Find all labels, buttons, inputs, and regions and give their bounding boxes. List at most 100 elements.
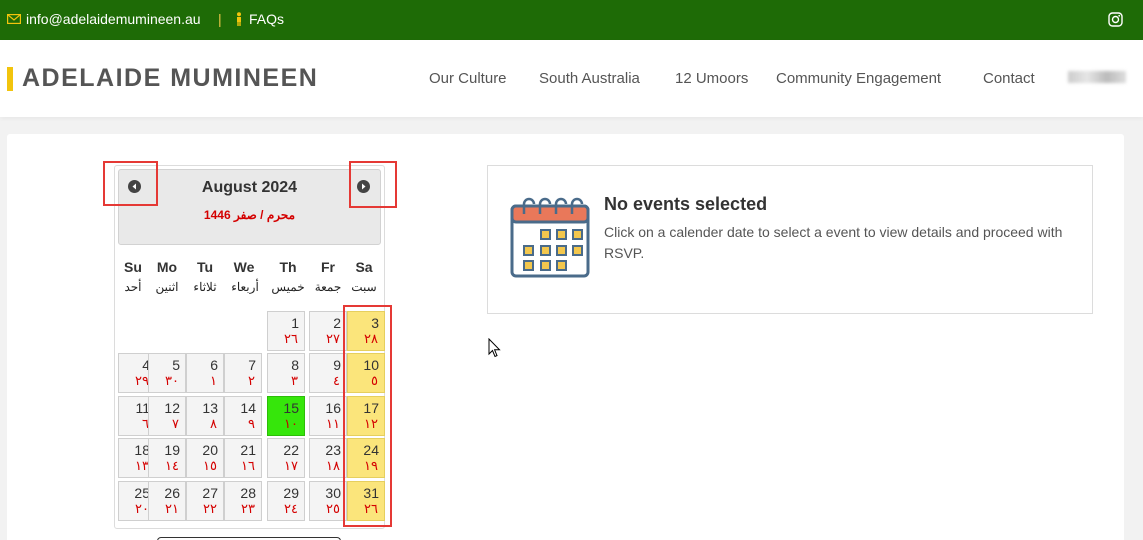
calendar-day-6[interactable]: 6١ xyxy=(186,353,224,393)
hijri-day-number: ١٨ xyxy=(326,459,340,474)
calendar-icon xyxy=(510,197,590,278)
day-number: 29 xyxy=(283,485,299,501)
faq-text: FAQs xyxy=(249,11,285,27)
hijri-day-number: ١٥ xyxy=(203,459,217,474)
envelope-icon xyxy=(7,14,21,24)
day-number: 14 xyxy=(240,400,256,416)
calendar-day-1[interactable]: 1 ٢٦ xyxy=(267,311,305,351)
calendar-day-8[interactable]: 8٣ xyxy=(267,353,305,393)
hijri-day-number: ٢١ xyxy=(165,502,179,517)
calendar-day-14[interactable]: 14 ٩ xyxy=(224,396,262,436)
weekday-su: Su xyxy=(124,259,142,275)
hijri-day-number: ١١ xyxy=(326,417,340,432)
hijri-day-number: ٨ xyxy=(210,417,217,432)
weekday-ar-we: أربعاء xyxy=(231,280,259,294)
events-description: Click on a calender date to select a eve… xyxy=(604,224,1063,261)
hijri-day-number: ٢ xyxy=(248,374,255,389)
nav-our-culture[interactable]: Our Culture xyxy=(429,70,507,87)
events-title: No events selected xyxy=(604,194,768,214)
calendar-hijri-month: محرم / صفر 1446 xyxy=(203,208,296,222)
hijri-day-number: ١٤ xyxy=(165,459,179,474)
mouse-cursor-icon xyxy=(488,338,501,358)
hijri-day-number: ١٠ xyxy=(284,417,298,432)
brand-accent-bar xyxy=(7,67,13,91)
calendar-day-7[interactable]: 7٢ xyxy=(224,353,262,393)
day-number: 22 xyxy=(283,442,299,458)
hijri-day-number: ٢٩ xyxy=(135,374,149,389)
calendar-day-19[interactable]: 19 ١٤ xyxy=(148,438,186,478)
hijri-day-number: ٢٣ xyxy=(241,502,255,517)
calendar-day-21[interactable]: 21 ١٦ xyxy=(224,438,262,478)
hijri-day-number: ١٣ xyxy=(135,459,149,474)
weekday-ar-mo: اثنين xyxy=(155,280,179,294)
hijri-day-number: ٢٤ xyxy=(284,502,298,517)
calendar-day-9[interactable]: 9٤ xyxy=(309,353,347,393)
instagram-icon[interactable] xyxy=(1108,12,1123,27)
hijri-day-number: ٣٠ xyxy=(165,374,179,389)
day-number: 2 xyxy=(333,315,341,331)
day-number: 16 xyxy=(325,400,341,416)
weekday-th: Th xyxy=(279,259,297,275)
hijri-day-number: ٢٠ xyxy=(135,502,149,517)
hijri-day-number: ٢٦ xyxy=(284,332,298,347)
calendar-day-12[interactable]: 12 ٧ xyxy=(148,396,186,436)
hijri-day-number: ٢٢ xyxy=(203,502,217,517)
day-number: 6 xyxy=(210,357,218,373)
calendar-day-5[interactable]: 5 ٣٠ xyxy=(148,353,186,393)
hijri-day-number: ١ xyxy=(210,374,217,389)
hijri-day-number: ٢٥ xyxy=(326,502,340,517)
calendar-day-13[interactable]: 13 ٨ xyxy=(186,396,224,436)
day-number: 9 xyxy=(333,357,341,373)
topbar-separator: | xyxy=(218,11,222,27)
calendar-day-26[interactable]: 26 ٢١ xyxy=(148,481,186,521)
weekday-fr: Fr xyxy=(321,259,335,275)
day-number: 8 xyxy=(291,357,299,373)
nav-community-engagement[interactable]: Community Engagement xyxy=(776,70,941,87)
faq-link[interactable]: FAQs xyxy=(234,11,284,27)
nav-contact[interactable]: Contact xyxy=(983,70,1035,87)
day-number: 7 xyxy=(248,357,256,373)
nav-south-australia[interactable]: South Australia xyxy=(539,70,640,87)
calendar-day-2[interactable]: 2 ٢٧ xyxy=(309,311,347,351)
top-bar: info@adelaidemumineen.au | FAQs xyxy=(0,0,1143,40)
day-number: 1 xyxy=(291,315,299,331)
calendar-day-27[interactable]: 27 ٢٢ xyxy=(186,481,224,521)
annotation-prev-box xyxy=(103,161,158,206)
person-icon xyxy=(237,12,241,26)
day-number: 20 xyxy=(202,442,218,458)
annotation-next-box xyxy=(349,161,397,208)
calendar-day-16[interactable]: 16 ١١ xyxy=(309,396,347,436)
hijri-day-number: ٩ xyxy=(248,417,255,432)
hijri-day-number: ٤ xyxy=(333,374,340,389)
hijri-day-number: ٧ xyxy=(172,417,179,432)
day-number: 21 xyxy=(240,442,256,458)
hijri-day-number: ٣ xyxy=(291,374,298,389)
email-link[interactable]: info@adelaidemumineen.au xyxy=(7,11,201,27)
annotation-saturday-box xyxy=(343,305,392,527)
weekday-sa: Sa xyxy=(355,259,373,275)
calendar-day-20[interactable]: 20 ١٥ xyxy=(186,438,224,478)
weekday-tu: Tu xyxy=(196,259,214,275)
site-header: ADELAIDE MUMINEEN Our Culture South Aust… xyxy=(0,40,1143,117)
weekday-ar-fr: جمعة xyxy=(314,280,342,294)
day-number: 30 xyxy=(325,485,341,501)
calendar-day-15[interactable]: 15 ١٠ xyxy=(267,396,305,436)
events-panel: No events selected Click on a calender d… xyxy=(487,165,1093,314)
calendar-day-23[interactable]: 23 ١٨ xyxy=(309,438,347,478)
calendar-day-22[interactable]: 22 ١٧ xyxy=(267,438,305,478)
nav-12-umoors[interactable]: 12 Umoors xyxy=(675,70,748,87)
hijri-day-number: ١٦ xyxy=(241,459,255,474)
calendar-day-29[interactable]: 29 ٢٤ xyxy=(267,481,305,521)
site-logo-text[interactable]: ADELAIDE MUMINEEN xyxy=(22,64,318,93)
day-number: 19 xyxy=(164,442,180,458)
calendar-day-28[interactable]: 28 ٢٣ xyxy=(224,481,262,521)
email-text: info@adelaidemumineen.au xyxy=(26,11,201,27)
day-number: 5 xyxy=(172,357,180,373)
calendar-day-30[interactable]: 30 ٢٥ xyxy=(309,481,347,521)
weekday-ar-tu: ثلاثاء xyxy=(193,280,217,294)
blurred-nav-item[interactable] xyxy=(1068,71,1126,83)
day-number: 27 xyxy=(202,485,218,501)
day-number: 26 xyxy=(164,485,180,501)
weekday-ar-th: خميس xyxy=(271,280,305,294)
day-number: 13 xyxy=(202,400,218,416)
